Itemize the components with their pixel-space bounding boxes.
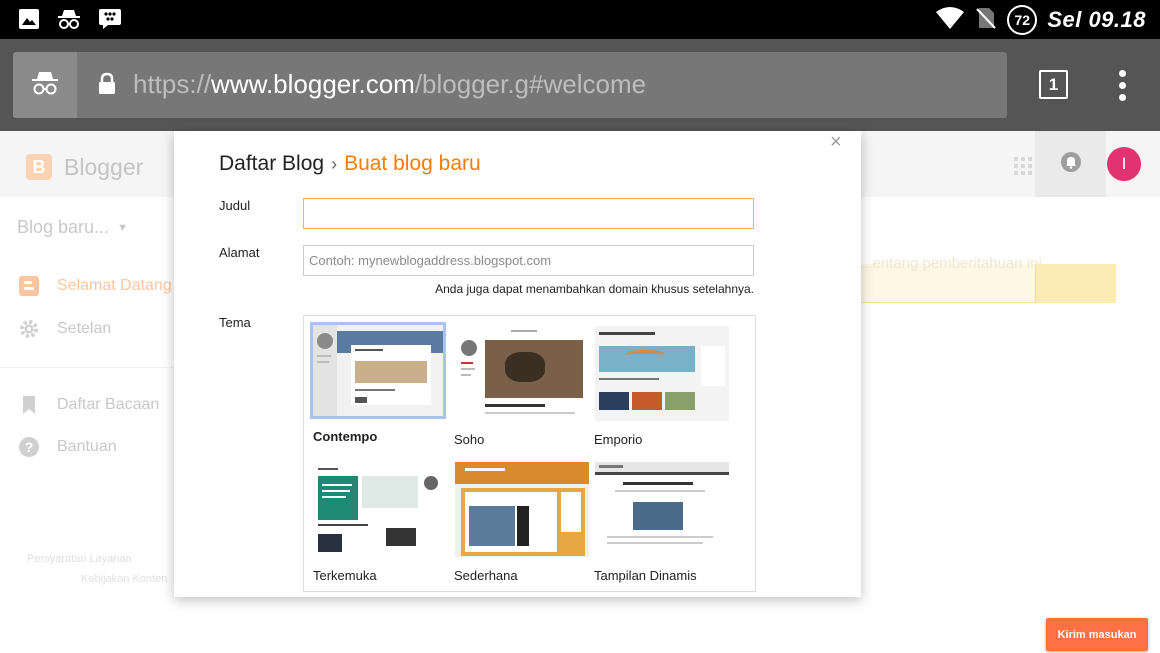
clock: Sel 09.18 [1047,7,1146,32]
theme-contempo[interactable]: Contempo [310,322,446,444]
browser-toolbar: https://www.blogger.com/blogger.g#welcom… [0,39,1160,131]
nav-label: Daftar Bacaan [57,396,160,413]
blog-selector[interactable]: Blog baru... ▼ [17,217,128,238]
blogger-logo-icon[interactable]: B [26,154,52,180]
theme-name: Tampilan Dinamis [594,568,697,583]
overflow-menu-button[interactable] [1119,70,1126,101]
terms-link[interactable]: Persyaratan Layanan [27,549,167,569]
blog-selector-label: Blog baru... [17,217,110,237]
no-sim-icon [975,6,997,35]
send-feedback-button[interactable]: Kirim masukan [1046,618,1148,651]
url-text[interactable]: https://www.blogger.com/blogger.g#welcom… [133,69,646,100]
breadcrumb-parent[interactable]: Daftar Blog [219,152,324,175]
incognito-icon [30,70,60,101]
breadcrumb-current: Buat blog baru [344,152,481,175]
avatar[interactable]: I [1107,147,1141,181]
bookmark-icon [18,394,40,416]
bbm-icon [98,8,122,35]
theme-picker: Contempo Soho Emporio Terkemuka Sederhan… [303,315,756,592]
chevron-right-icon: › [331,154,338,174]
url-path: /blogger.g#welcome [414,69,647,99]
app-title[interactable]: Blogger [64,154,143,181]
breadcrumb: Daftar Blog › Buat blog baru [219,152,481,176]
bell-icon [1060,151,1082,178]
theme-label: Tema [219,315,251,330]
gear-icon [18,318,40,340]
incognito-icon [56,8,82,35]
notifications-button[interactable] [1035,131,1106,197]
create-blog-dialog: × Daftar Blog › Buat blog baru Judul Alama… [174,131,861,597]
nav-item-help[interactable]: ? Bantuan [18,436,117,458]
theme-thumbnail [594,461,730,558]
incognito-badge[interactable] [13,52,77,118]
footer-links: Persyaratan Layanan Kebijakan Konten [27,549,167,589]
blog-address-input[interactable] [303,245,754,276]
theme-thumbnail [454,325,590,422]
nav-item-reading-list[interactable]: Daftar Bacaan [18,394,159,416]
theme-soho[interactable]: Soho [454,325,590,447]
content-policy-link[interactable]: Kebijakan Konten [27,569,167,589]
help-icon: ? [18,436,40,458]
theme-name: Soho [454,432,485,447]
theme-tampilan-dinamis[interactable]: Tampilan Dinamis [594,461,730,583]
address-bar[interactable]: https://www.blogger.com/blogger.g#welcom… [13,52,1007,118]
nav-item-welcome[interactable]: Selamat Datang [18,275,172,297]
wifi-icon [935,6,965,35]
theme-name: Contempo [313,429,378,444]
theme-thumbnail [310,322,446,419]
status-bar: 72 Sel 09.18 [0,0,1160,39]
nav-item-settings[interactable]: Setelan [18,318,111,340]
theme-sederhana[interactable]: Sederhana [454,461,590,583]
theme-name: Emporio [594,432,643,447]
nav-divider [0,367,174,368]
battery-indicator: 72 [1007,5,1038,35]
theme-name: Sederhana [454,568,518,583]
lock-icon [97,72,117,101]
blog-title-input[interactable] [303,198,754,229]
caret-down-icon: ▼ [117,222,128,234]
theme-terkemuka[interactable]: Terkemuka [313,461,449,583]
theme-thumbnail [313,461,449,558]
theme-emporio[interactable]: Emporio [594,325,730,447]
url-scheme: https:// [133,69,212,99]
url-host: www.blogger.com [211,69,415,99]
notice-action[interactable] [1035,264,1116,303]
theme-name: Terkemuka [313,568,377,583]
nav-label: Setelan [57,320,112,337]
theme-thumbnail [454,461,590,558]
address-label: Alamat [219,245,260,260]
close-icon[interactable]: × [830,131,842,154]
tab-switcher-button[interactable]: 1 [1039,70,1068,99]
theme-thumbnail [594,325,730,422]
blogger-icon [18,275,40,297]
notice-banner: ...entang pemberitahuan ini [860,255,1116,303]
domain-hint: Anda juga dapat menambahkan domain khusu… [435,282,754,296]
gallery-icon [18,8,40,35]
nav-label: Bantuan [57,438,117,455]
apps-grid-icon[interactable] [1014,157,1032,175]
notice-text: ...entang pemberitahuan ini [860,255,1042,272]
nav-label: Selamat Datang [57,277,172,294]
title-label: Judul [219,198,251,213]
svg-text:?: ? [25,439,34,455]
